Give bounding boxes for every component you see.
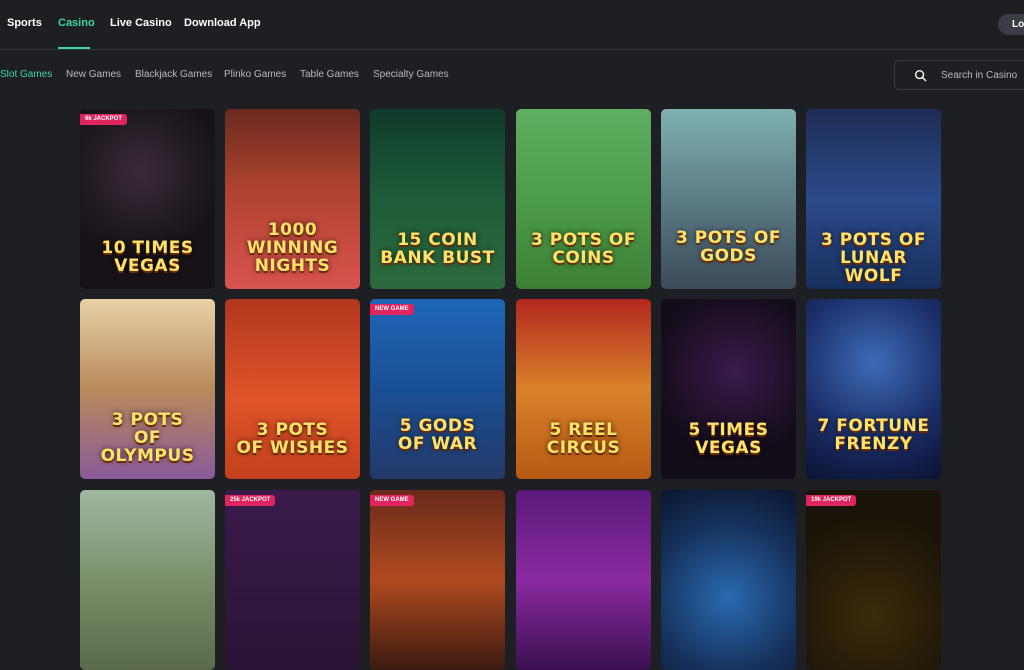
search-icon bbox=[914, 69, 927, 82]
jackpot-badge: 25k JACKPOT bbox=[225, 495, 276, 506]
category-slot-games[interactable]: Slot Games bbox=[0, 65, 52, 85]
category-new-games[interactable]: New Games bbox=[66, 65, 121, 85]
game-tile[interactable] bbox=[80, 490, 215, 670]
game-tile[interactable]: 1000 WINNING NIGHTS bbox=[225, 109, 360, 289]
game-tile[interactable]: 3 POTS OF GODS bbox=[661, 109, 796, 289]
category-table-games[interactable]: Table Games bbox=[300, 65, 359, 85]
search-box[interactable] bbox=[894, 60, 1024, 90]
game-tile[interactable]: 3 POTS OF COINS bbox=[516, 109, 651, 289]
nav-download-app[interactable]: Download App bbox=[184, 0, 261, 49]
game-artwork bbox=[661, 490, 796, 670]
game-tile[interactable]: 25k JACKPOT bbox=[225, 490, 360, 670]
game-title: 5 TIMES VEGAS bbox=[688, 420, 769, 458]
game-title: 3 POTS OF COINS bbox=[531, 230, 636, 268]
new-game-badge: NEW GAME bbox=[370, 304, 414, 315]
game-tile[interactable]: 3 POTS OF WISHES bbox=[225, 299, 360, 479]
game-artwork bbox=[806, 490, 941, 670]
game-artwork bbox=[516, 490, 651, 670]
game-tile[interactable]: 3 POTS OF LUNAR WOLF bbox=[806, 109, 941, 289]
game-tile[interactable]: NEW GAME bbox=[370, 490, 505, 670]
game-title: 10 TIMES VEGAS bbox=[101, 238, 194, 276]
game-title: 1000 WINNING NIGHTS bbox=[246, 220, 339, 276]
game-artwork bbox=[80, 490, 215, 670]
new-game-badge: NEW GAME bbox=[370, 495, 414, 506]
game-tile[interactable] bbox=[661, 490, 796, 670]
game-title: 5 REEL CIRCUS bbox=[546, 420, 621, 458]
game-tile[interactable]: 5 TIMES VEGAS bbox=[661, 299, 796, 479]
game-tile[interactable]: 5 REEL CIRCUS bbox=[516, 299, 651, 479]
category-blackjack-games[interactable]: Blackjack Games bbox=[135, 65, 212, 85]
game-tile[interactable]: 3 POTS OF OLYMPUS bbox=[80, 299, 215, 479]
game-title: 3 POTS OF LUNAR WOLF bbox=[821, 230, 926, 286]
game-title: 5 GODS OF WAR bbox=[397, 416, 478, 454]
category-specialty-games[interactable]: Specialty Games bbox=[373, 65, 449, 85]
game-title: 15 COIN BANK BUST bbox=[380, 230, 495, 268]
game-tile[interactable]: 19k JACKPOT bbox=[806, 490, 941, 670]
nav-casino[interactable]: Casino bbox=[58, 0, 95, 49]
jackpot-badge: 19k JACKPOT bbox=[806, 495, 857, 506]
game-title: 3 POTS OF OLYMPUS bbox=[100, 410, 195, 466]
category-plinko-games[interactable]: Plinko Games bbox=[224, 65, 286, 85]
nav-active-indicator bbox=[58, 47, 90, 49]
game-tile[interactable] bbox=[516, 490, 651, 670]
jackpot-badge: 6k JACKPOT bbox=[80, 114, 128, 125]
game-tile[interactable]: 15 COIN BANK BUST bbox=[370, 109, 505, 289]
top-navigation: Sports Casino Live Casino Download App L… bbox=[0, 0, 1024, 50]
game-tile[interactable]: 10 TIMES VEGAS 6k JACKPOT bbox=[80, 109, 215, 289]
search-input[interactable] bbox=[941, 66, 1024, 84]
game-tile[interactable]: 7 FORTUNE FRENZY bbox=[806, 299, 941, 479]
game-title: 3 POTS OF GODS bbox=[676, 228, 781, 266]
nav-live-casino[interactable]: Live Casino bbox=[110, 0, 172, 49]
game-artwork bbox=[370, 490, 505, 670]
game-tile[interactable]: 5 GODS OF WAR NEW GAME bbox=[370, 299, 505, 479]
game-title: 3 POTS OF WISHES bbox=[236, 420, 349, 458]
nav-sports[interactable]: Sports bbox=[7, 0, 42, 49]
login-button[interactable]: Lo bbox=[998, 14, 1024, 35]
game-artwork bbox=[225, 490, 360, 670]
game-title: 7 FORTUNE FRENZY bbox=[817, 416, 930, 454]
